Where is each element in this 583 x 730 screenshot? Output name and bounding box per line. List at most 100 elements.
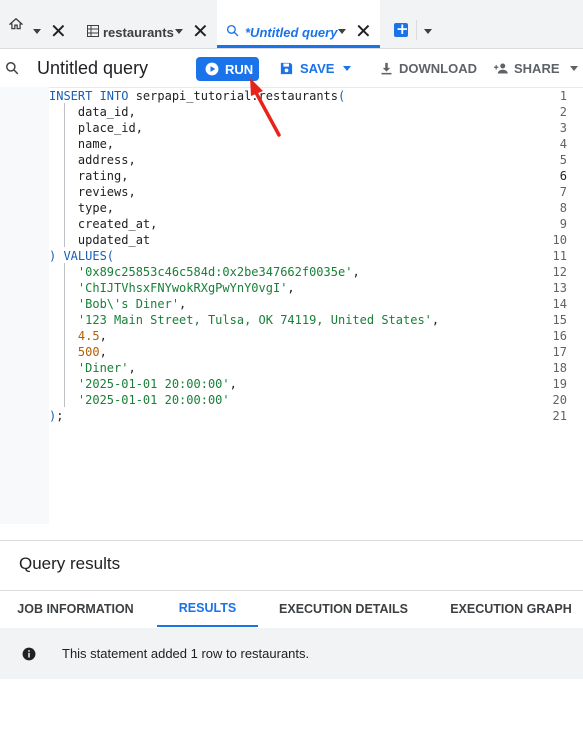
code-line: '123 Main Street, Tulsa, OK 74119, Unite… (49, 312, 439, 328)
code-line: 'Bob\'s Diner', (49, 296, 186, 312)
code-token: , (99, 329, 107, 343)
download-label: DOWNLOAD (399, 61, 477, 76)
share-label: SHARE (514, 61, 560, 76)
play-icon (205, 62, 219, 76)
tab-restaurants-label: restaurants (103, 25, 174, 40)
code-token: 4.5 (49, 329, 100, 343)
code-token: '2025-01-01 20:00:00' (49, 377, 230, 391)
new-tab-button[interactable]: + (394, 20, 409, 38)
divider (416, 20, 417, 40)
code-line: 'Diner', (49, 360, 136, 376)
code-line: ) VALUES( (49, 248, 114, 264)
query-icon (6, 62, 19, 75)
line-number: 4 (559, 137, 567, 151)
query-icon (226, 24, 239, 37)
code-line: 'ChIJTVhsxFNYwokRXgPwYnY0vgI', (49, 280, 295, 296)
line-number: 9 (559, 217, 567, 231)
info-icon (22, 647, 36, 660)
tab-results[interactable]: RESULTS (157, 591, 258, 627)
line-number: 7 (559, 185, 567, 199)
code-line: type, (49, 200, 114, 216)
code-token: 'ChIJTVhsxFNYwokRXgPwYnY0vgI' (49, 281, 288, 295)
chevron-down-icon[interactable] (175, 29, 183, 34)
code-line: '2025-01-01 20:00:00', (49, 376, 237, 392)
tab-execution-graph[interactable]: EXECUTION GRAPH (439, 591, 583, 627)
more-tabs-chevron-icon[interactable] (424, 29, 432, 34)
code-line: '2025-01-01 20:00:00' (49, 392, 230, 408)
tab-untitled-query[interactable]: *Untitled query ✕ (217, 0, 380, 48)
annotation-arrow-icon (250, 78, 281, 137)
add-person-icon (494, 63, 508, 74)
query-results-title: Query results (19, 554, 121, 573)
download-button[interactable]: DOWNLOAD (379, 61, 477, 76)
code-token: , (431, 313, 440, 327)
line-number: 6 (559, 169, 567, 183)
code-token: '2025-01-01 20:00:00' (49, 393, 230, 407)
code-token: , (128, 361, 136, 375)
results-tabs: JOB INFORMATION RESULTS EXECUTION DETAIL… (0, 590, 583, 629)
close-icon[interactable]: ✕ (192, 21, 209, 41)
code-token: 'Diner' (49, 361, 129, 375)
chevron-down-icon[interactable] (338, 29, 346, 34)
code-token: , (352, 265, 360, 279)
code-token: ( (338, 89, 346, 103)
code-token: reviews, (49, 185, 136, 199)
tab-job-information[interactable]: JOB INFORMATION (0, 591, 151, 627)
code-token: name, (49, 137, 115, 151)
code-token: serpapi_tutorial.restaurants (128, 89, 338, 103)
divider (0, 540, 583, 541)
line-number: 19 (552, 377, 567, 391)
home-icon (9, 17, 23, 30)
tab-bar: ✕ restaurants ✕ *Untitled query ✕ + (0, 0, 583, 49)
code-token: updated_at (49, 233, 151, 247)
chevron-down-icon (343, 66, 352, 71)
code-token: , (179, 297, 187, 311)
line-number: 17 (552, 345, 567, 359)
code-line: updated_at (49, 232, 150, 248)
code-line: address, (49, 152, 136, 168)
line-number: 18 (552, 361, 567, 375)
code-line: rating, (49, 168, 129, 184)
code-line: INSERT INTO serpapi_tutorial.restaurants… (49, 88, 345, 104)
code-line: 500, (49, 344, 107, 360)
line-number: 10 (552, 233, 567, 247)
line-number: 2 (559, 105, 567, 119)
code-line: data_id, (49, 104, 136, 120)
code-line: place_id, (49, 120, 143, 136)
code-token: '123 Main Street, Tulsa, OK 74119, Unite… (49, 313, 432, 327)
line-number: 8 (559, 201, 567, 215)
code-token: created_at, (49, 217, 158, 231)
code-line: reviews, (49, 184, 136, 200)
tab-execution-details[interactable]: EXECUTION DETAILS (268, 591, 419, 627)
chevron-down-icon[interactable] (33, 29, 41, 34)
sql-editor[interactable]: 1 INSERT INTO serpapi_tutorial.restaurant… (0, 88, 583, 424)
code-token: 500 (49, 345, 100, 359)
line-number: 13 (552, 281, 567, 295)
tab-home[interactable]: ✕ (0, 0, 78, 48)
code-line: created_at, (49, 216, 157, 232)
code-token: , (229, 377, 237, 391)
tab-untitled-query-label: *Untitled query (245, 25, 338, 40)
line-number: 11 (552, 249, 567, 263)
status-message-bar: This statement added 1 row to restaurant… (0, 628, 583, 679)
table-icon (87, 25, 99, 37)
download-icon (381, 62, 392, 75)
status-message: This statement added 1 row to restaurant… (62, 646, 310, 661)
close-icon[interactable]: ✕ (50, 21, 67, 41)
code-token: address, (49, 153, 136, 167)
code-token: INSERT INTO (49, 89, 129, 103)
tab-restaurants[interactable]: restaurants ✕ (78, 0, 217, 48)
chevron-down-icon (569, 66, 578, 71)
line-number: 21 (552, 409, 567, 423)
line-number: 5 (559, 153, 567, 167)
share-button[interactable]: SHARE (493, 61, 578, 76)
code-token: data_id, (49, 105, 136, 119)
code-token: ) VALUES( (49, 249, 115, 263)
code-line: name, (49, 136, 114, 152)
code-token: rating, (49, 169, 129, 183)
code-token: type, (49, 201, 115, 215)
line-number: 1 (559, 89, 567, 103)
line-number: 12 (552, 265, 567, 279)
close-icon[interactable]: ✕ (355, 21, 372, 41)
code-token: place_id, (49, 121, 143, 135)
